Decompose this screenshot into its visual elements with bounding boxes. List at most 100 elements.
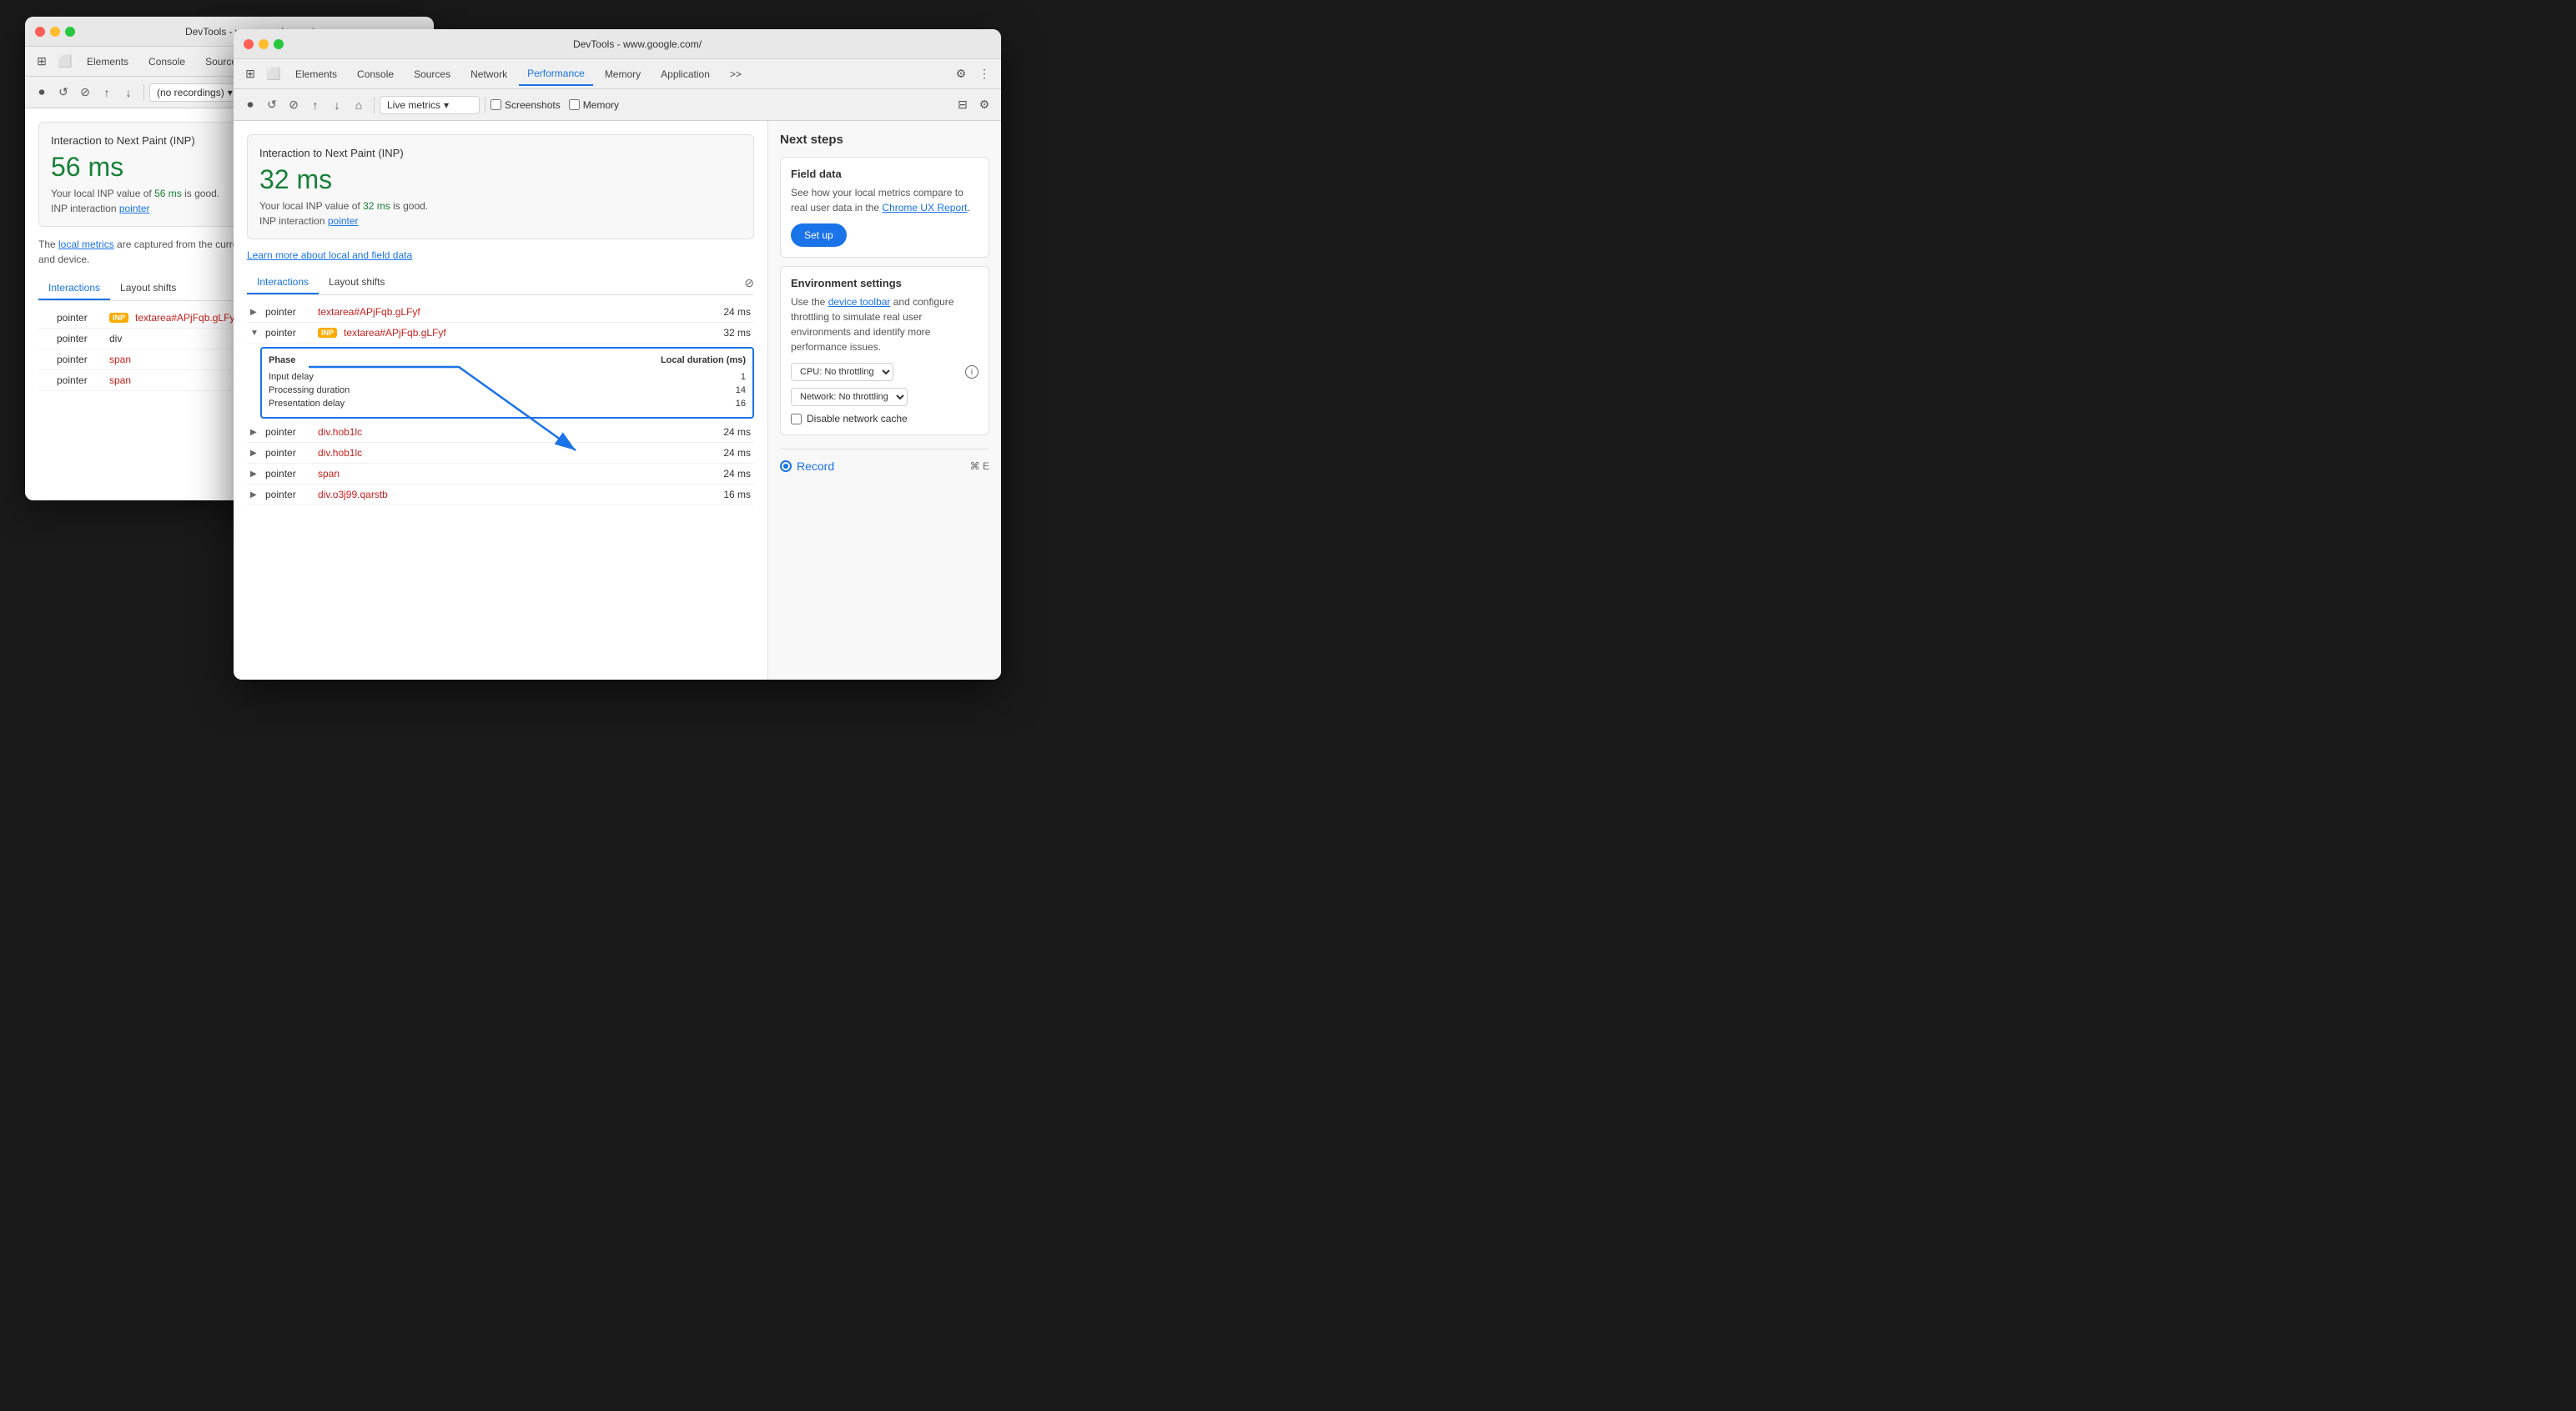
cpu-info-icon[interactable]: i	[965, 365, 979, 379]
element-2-front: textarea#APjFqb.gLFyf	[344, 327, 711, 339]
tab-network-front[interactable]: Network	[462, 63, 516, 85]
inp-interaction-label-back: INP interaction	[51, 203, 117, 214]
dropdown-arrow-back: ▾	[228, 87, 233, 98]
inspect-icon-front[interactable]: ⊞	[240, 64, 260, 84]
env-settings-card: Environment settings Use the device tool…	[780, 266, 989, 435]
memory-checkbox-front[interactable]: Memory	[569, 99, 619, 111]
expand-arrow-6-front[interactable]: ▶	[250, 490, 259, 500]
download-icon-back[interactable]: ↓	[118, 83, 138, 103]
element-1-front: textarea#APjFqb.gLFyf	[318, 306, 711, 318]
element-3-front: div.hob1lc	[318, 426, 711, 438]
env-settings-title: Environment settings	[791, 277, 979, 289]
expand-arrow-2-front[interactable]: ▼	[250, 329, 259, 338]
subtab-layoutshifts-front[interactable]: Layout shifts	[319, 271, 395, 294]
learn-more-link[interactable]: Learn more about local and field data	[247, 249, 754, 261]
front-interaction-3[interactable]: ▶ pointer div.hob1lc 24 ms	[247, 422, 754, 443]
refresh-icon-back[interactable]: ↺	[53, 83, 73, 103]
front-interaction-1[interactable]: ▶ pointer textarea#APjFqb.gLFyf 24 ms	[247, 302, 754, 323]
screenshots-checkbox-front[interactable]: Screenshots	[491, 99, 561, 111]
duration-3-front: 24 ms	[717, 426, 751, 438]
phase-col1-header: Phase	[269, 355, 295, 365]
tab-console-front[interactable]: Console	[349, 63, 402, 85]
more-icon-front[interactable]: ⋮	[974, 64, 994, 84]
type-1-front: pointer	[265, 306, 311, 318]
inp-interaction-link-front[interactable]: pointer	[328, 215, 359, 227]
device-icon-front[interactable]: ⬜	[264, 64, 284, 84]
clear-interactions-front[interactable]: ⊘	[744, 276, 754, 290]
phase-name-2: Processing duration	[269, 385, 350, 395]
expand-arrow-4-front[interactable]: ▶	[250, 449, 259, 458]
cpu-throttle-select[interactable]: CPU: No throttling	[791, 363, 893, 381]
type-3-back: pointer	[57, 354, 103, 365]
phase-table: Phase Local duration (ms) Input delay 1 …	[260, 347, 754, 419]
refresh-icon-front[interactable]: ↺	[262, 95, 282, 115]
screenshots-check-front[interactable]	[491, 99, 501, 110]
download-icon-front[interactable]: ↓	[327, 95, 347, 115]
front-interaction-6[interactable]: ▶ pointer div.o3j99.qarstb 16 ms	[247, 485, 754, 505]
subtab-interactions-back[interactable]: Interactions	[38, 277, 110, 300]
expand-arrow-3-front[interactable]: ▶	[250, 428, 259, 437]
inp-title-front: Interaction to Next Paint (INP)	[259, 147, 742, 159]
phase-row-1: Input delay 1	[269, 370, 746, 384]
clear-icon-back[interactable]: ⊘	[75, 83, 95, 103]
phase-duration-1: 1	[741, 372, 746, 382]
front-interaction-2[interactable]: ▼ pointer INP textarea#APjFqb.gLFyf 32 m…	[247, 323, 754, 344]
front-interaction-4[interactable]: ▶ pointer div.hob1lc 24 ms	[247, 443, 754, 464]
subtab-row-front: Interactions Layout shifts ⊘	[247, 271, 754, 295]
close-button-front[interactable]	[244, 39, 254, 49]
titlebar-front: DevTools - www.google.com/	[234, 29, 1001, 59]
record-icon-back[interactable]: ⏺	[32, 83, 52, 103]
inspect-icon[interactable]: ⊞	[32, 52, 52, 72]
subtab-layoutshifts-back[interactable]: Layout shifts	[110, 277, 186, 300]
disable-cache-checkbox[interactable]	[791, 414, 802, 424]
phase-row-2: Processing duration 14	[269, 384, 746, 397]
type-4-back: pointer	[57, 374, 103, 386]
expand-arrow-5-front[interactable]: ▶	[250, 469, 259, 479]
tabs-front: ⊞ ⬜ Elements Console Sources Network Per…	[234, 59, 1001, 89]
close-button-back[interactable]	[35, 27, 45, 37]
type-3-front: pointer	[265, 426, 311, 438]
setup-button[interactable]: Set up	[791, 223, 847, 247]
layout-icon-front[interactable]: ⊟	[953, 95, 973, 115]
duration-6-front: 16 ms	[717, 489, 751, 500]
minimize-button-front[interactable]	[259, 39, 269, 49]
subtab-interactions-front[interactable]: Interactions	[247, 271, 319, 294]
tab-elements-front[interactable]: Elements	[287, 63, 345, 85]
maximize-button-back[interactable]	[65, 27, 75, 37]
memory-check-front[interactable]	[569, 99, 580, 110]
tab-memory-front[interactable]: Memory	[596, 63, 649, 85]
tab-performance-front[interactable]: Performance	[519, 63, 593, 86]
local-metrics-link-back[interactable]: local metrics	[58, 239, 114, 250]
inp-interaction-link-back[interactable]: pointer	[119, 203, 150, 214]
network-setting-row: Network: No throttling	[791, 388, 979, 406]
inp-desc-suffix-front: is good.	[390, 200, 428, 212]
next-steps-title: Next steps	[780, 133, 989, 147]
home-icon-front[interactable]: ⌂	[349, 95, 369, 115]
tab-more-front[interactable]: >>	[722, 63, 750, 85]
upload-icon-back[interactable]: ↑	[97, 83, 117, 103]
inp-desc-highlight-back: 56 ms	[154, 188, 182, 199]
record-button[interactable]: Record	[780, 459, 834, 473]
tab-application-front[interactable]: Application	[652, 63, 718, 85]
device-toolbar-link[interactable]: device toolbar	[828, 296, 891, 308]
expand-arrow-1-front[interactable]: ▶	[250, 308, 259, 317]
record-icon-front[interactable]: ⏺	[240, 95, 260, 115]
settings-icon-front2[interactable]: ⚙	[974, 95, 994, 115]
type-4-front: pointer	[265, 447, 311, 459]
device-icon[interactable]: ⬜	[55, 52, 75, 72]
tab-console-back[interactable]: Console	[140, 51, 194, 73]
screenshots-label-front: Screenshots	[505, 99, 561, 111]
maximize-button-front[interactable]	[274, 39, 284, 49]
tab-sources-front[interactable]: Sources	[405, 63, 459, 85]
tab-elements-back[interactable]: Elements	[78, 51, 137, 73]
front-interaction-5[interactable]: ▶ pointer span 24 ms	[247, 464, 754, 485]
chrome-ux-report-link[interactable]: Chrome UX Report	[882, 202, 967, 213]
upload-icon-front[interactable]: ↑	[305, 95, 325, 115]
disable-cache-label: Disable network cache	[807, 413, 908, 424]
minimize-button-back[interactable]	[50, 27, 60, 37]
settings-icon-front[interactable]: ⚙	[951, 64, 971, 84]
live-metrics-dropdown-front[interactable]: Live metrics ▾	[380, 96, 480, 114]
duration-2-front: 32 ms	[717, 327, 751, 339]
clear-icon-front[interactable]: ⊘	[284, 95, 304, 115]
network-throttle-select[interactable]: Network: No throttling	[791, 388, 908, 406]
